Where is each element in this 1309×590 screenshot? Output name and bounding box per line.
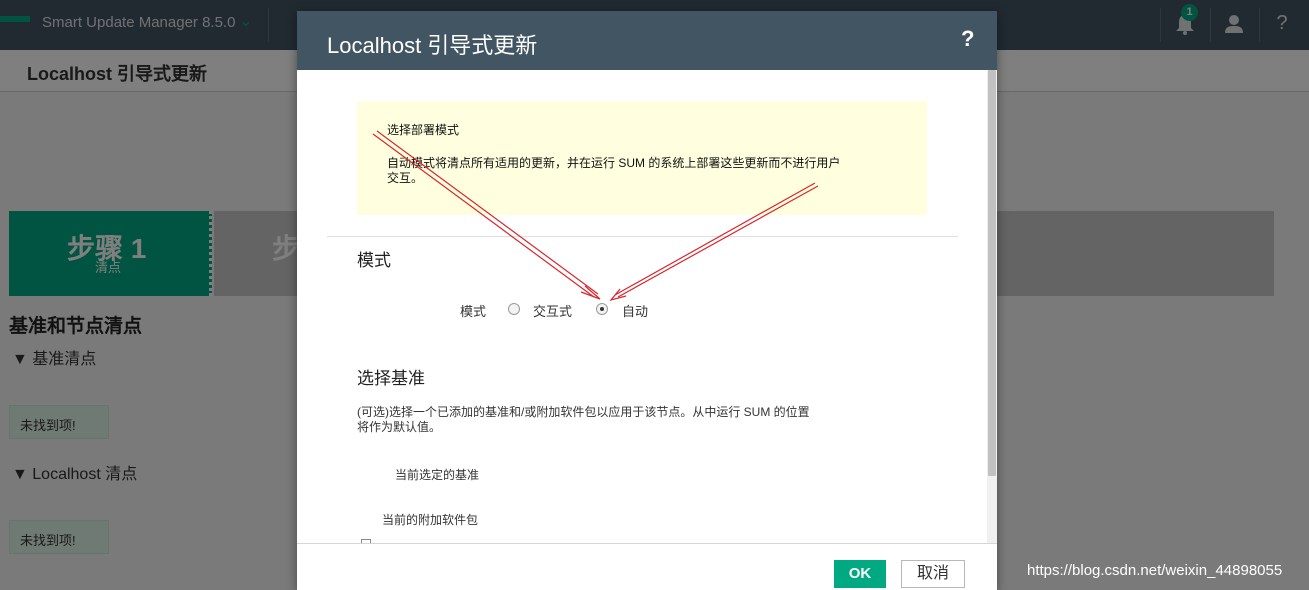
info-title: 选择部署模式: [387, 123, 460, 137]
mode-field-label: 模式: [460, 304, 487, 319]
section-divider: [327, 236, 958, 237]
automatic-radio-label[interactable]: 自动: [622, 301, 648, 320]
dialog-title: Localhost 引导式更新: [327, 33, 538, 58]
info-box: 选择部署模式 自动模式将清点所有适用的更新，并在运行 SUM 的系统上部署这些更…: [357, 101, 927, 215]
baseline-section-heading: 选择基准: [357, 369, 425, 388]
dialog-help-button[interactable]: ?: [961, 26, 974, 52]
cancel-button[interactable]: 取消: [901, 560, 965, 588]
info-text: 自动模式将清点所有适用的更新，并在运行 SUM 的系统上部署这些更新而不进行用户…: [387, 156, 841, 185]
dialog-footer: OK 取消: [297, 543, 997, 590]
mode-section-heading: 模式: [357, 251, 391, 270]
dialog-scrollbar[interactable]: [987, 70, 997, 543]
watermark: https://blog.csdn.net/weixin_44898055: [1027, 562, 1283, 579]
guided-update-dialog: Localhost 引导式更新 ? 选择部署模式 自动模式将清点所有适用的更新，…: [297, 11, 997, 590]
scrollbar-thumb[interactable]: [988, 70, 996, 476]
ok-button[interactable]: OK: [834, 560, 886, 588]
dialog-body: 选择部署模式 自动模式将清点所有适用的更新，并在运行 SUM 的系统上部署这些更…: [297, 70, 997, 543]
current-baseline-label: 当前选定的基准: [395, 468, 480, 482]
dialog-header: Localhost 引导式更新 ?: [297, 11, 997, 70]
baseline-description: (可选)选择一个已添加的基准和/或附加软件包以应用于该节点。从中运行 SUM 的…: [357, 405, 810, 434]
automatic-radio[interactable]: [596, 303, 608, 315]
interactive-radio[interactable]: [508, 303, 520, 315]
current-addon-label: 当前的附加软件包: [382, 513, 479, 527]
interactive-radio-label[interactable]: 交互式: [533, 301, 572, 320]
